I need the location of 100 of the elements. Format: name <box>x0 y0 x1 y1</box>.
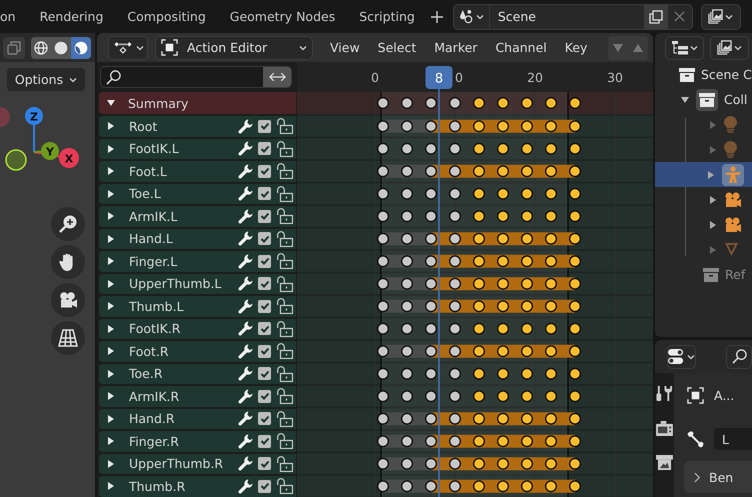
keyframe[interactable] <box>401 345 413 358</box>
keyframe[interactable] <box>497 255 509 268</box>
axis-ball[interactable]: Y <box>41 142 59 160</box>
keyframe[interactable] <box>401 210 413 222</box>
keyframe[interactable] <box>449 142 461 155</box>
keyframe[interactable] <box>377 368 389 380</box>
keyframe[interactable] <box>401 142 413 155</box>
expanded-triangle-icon[interactable] <box>106 98 116 108</box>
collapsed-triangle-icon[interactable] <box>106 436 116 446</box>
keyframe[interactable] <box>473 255 485 268</box>
render-tab[interactable] <box>656 421 673 436</box>
keyframe[interactable] <box>545 120 557 132</box>
keyframe[interactable] <box>449 255 461 268</box>
display-mode-button[interactable] <box>665 36 704 60</box>
keyframe[interactable] <box>449 188 461 200</box>
keyframe[interactable] <box>545 142 557 155</box>
output-tab[interactable] <box>656 455 673 470</box>
keyframe[interactable] <box>545 480 557 492</box>
menu-item[interactable]: Key <box>556 40 596 55</box>
checkbox[interactable] <box>258 187 271 200</box>
collapsed-triangle-icon[interactable] <box>106 346 116 356</box>
keyframe[interactable] <box>569 300 581 312</box>
unlocked-padlock-icon[interactable] <box>277 186 293 202</box>
keyframe[interactable] <box>401 480 413 492</box>
menu-item[interactable]: Channel <box>486 40 556 55</box>
keyframe[interactable] <box>377 210 389 222</box>
keyframe[interactable] <box>569 412 581 425</box>
keyframe[interactable] <box>545 412 557 425</box>
keyframe[interactable] <box>569 165 581 178</box>
keyframe[interactable] <box>425 120 437 132</box>
keyframe[interactable] <box>449 210 461 222</box>
collapsed-triangle-icon[interactable] <box>106 188 116 199</box>
keyframe[interactable] <box>401 390 413 402</box>
checkbox[interactable] <box>258 367 271 380</box>
checkbox[interactable] <box>258 120 271 133</box>
keyframe[interactable] <box>401 255 413 268</box>
keyframe[interactable] <box>497 300 509 312</box>
keyframe[interactable] <box>425 322 437 335</box>
unlocked-padlock-icon[interactable] <box>277 433 293 450</box>
checkbox[interactable] <box>258 322 271 336</box>
keyframe[interactable] <box>473 188 485 200</box>
channel-row[interactable]: UpperThumb.L <box>99 274 296 294</box>
wrench-icon[interactable] <box>238 118 253 134</box>
collapsed-triangle-icon[interactable] <box>106 144 116 154</box>
keyframe[interactable] <box>377 412 389 425</box>
wrench-icon[interactable] <box>238 366 253 382</box>
keyframe[interactable] <box>473 435 485 448</box>
checkbox[interactable] <box>258 412 271 426</box>
checkbox[interactable] <box>258 390 271 403</box>
unlocked-padlock-icon[interactable] <box>277 163 293 180</box>
keyframe[interactable] <box>497 232 509 245</box>
keyframe[interactable] <box>545 255 557 268</box>
pan-button[interactable] <box>51 245 85 279</box>
unlocked-padlock-icon[interactable] <box>277 118 293 134</box>
channel-row[interactable]: Hand.L <box>99 228 296 249</box>
keyframe[interactable] <box>401 120 413 132</box>
keyframe[interactable] <box>473 232 485 245</box>
keyframe[interactable] <box>497 210 509 222</box>
keyframe[interactable] <box>521 368 533 380</box>
keyframe[interactable] <box>521 435 533 448</box>
channel-row[interactable]: Root <box>99 116 296 136</box>
axis-ball[interactable]: Z <box>25 107 43 125</box>
checkbox[interactable] <box>258 277 271 290</box>
checkbox[interactable] <box>258 254 271 268</box>
keyframe[interactable] <box>521 412 533 425</box>
keyframe[interactable] <box>521 210 533 222</box>
keyframe[interactable] <box>521 165 533 178</box>
collapsed-triangle-icon[interactable] <box>106 458 116 469</box>
checkbox[interactable] <box>258 142 271 156</box>
menu-item[interactable]: Select <box>368 40 426 55</box>
wrench-icon[interactable] <box>238 186 253 202</box>
keyframe[interactable] <box>473 345 485 358</box>
shading-button[interactable] <box>31 36 51 58</box>
keyframe[interactable] <box>425 345 437 358</box>
channel-row[interactable]: Thumb.R <box>99 476 296 496</box>
checkbox[interactable] <box>258 434 271 448</box>
keyframe[interactable] <box>569 322 581 335</box>
options-button[interactable]: Options <box>6 67 86 92</box>
channel-row[interactable]: Hand.R <box>99 408 296 429</box>
keyframe[interactable] <box>569 435 581 448</box>
keyframe[interactable] <box>449 120 461 132</box>
unlocked-padlock-icon[interactable] <box>277 298 293 314</box>
keyframe[interactable] <box>449 345 461 358</box>
viewport[interactable]: Options Z Y X <box>0 33 95 497</box>
keyframe[interactable] <box>521 345 533 358</box>
keyframe[interactable] <box>473 210 485 222</box>
keyframe[interactable] <box>401 165 413 178</box>
keyframe[interactable] <box>569 480 581 492</box>
unlocked-padlock-icon[interactable] <box>277 320 293 337</box>
camera-view-button[interactable] <box>51 283 85 317</box>
checkbox[interactable] <box>258 480 271 493</box>
playhead[interactable]: 8 <box>426 66 452 497</box>
collapsed-triangle-icon[interactable] <box>106 166 116 176</box>
keyframe[interactable] <box>545 322 557 335</box>
checkbox[interactable] <box>258 210 271 223</box>
keyframe[interactable] <box>569 120 581 132</box>
active-collection-box[interactable] <box>696 88 718 110</box>
keyframe[interactable] <box>377 255 389 268</box>
collapsed-triangle-icon[interactable] <box>708 194 718 204</box>
keyframe[interactable] <box>377 278 389 290</box>
